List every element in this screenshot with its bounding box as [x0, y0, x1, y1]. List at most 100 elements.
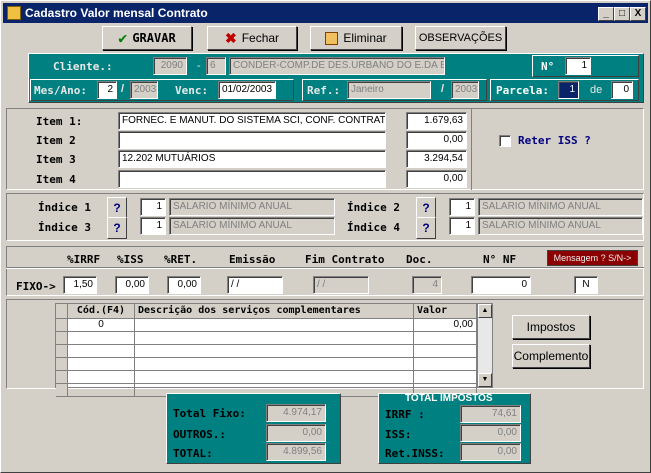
indice2-desc-field[interactable]: SALARIO MÍNIMO ANUAL — [478, 198, 643, 216]
item1-desc-field[interactable]: FORNEC. E MANUT. DO SISTEMA SCI, CONF. C… — [118, 112, 386, 130]
grid-cell-cod[interactable] — [68, 358, 135, 371]
numero-field[interactable]: 1 — [565, 57, 591, 75]
grid-cell-descricao[interactable] — [135, 371, 414, 384]
indice4-help-icon[interactable]: ? — [416, 217, 436, 239]
ref-ano-field[interactable]: 2003 — [451, 81, 479, 99]
total-fixo-label: Total Fixo: — [173, 407, 246, 420]
item4-valor-field[interactable]: 0,00 — [406, 170, 467, 188]
grid-cell-cod[interactable] — [68, 345, 135, 358]
irrf-total-field[interactable]: 74,61 — [460, 405, 521, 423]
total-fixo-field[interactable]: 4.974,17 — [266, 404, 326, 422]
grid-cell-descricao[interactable] — [135, 345, 414, 358]
grid-header-valor[interactable]: Valor — [414, 304, 477, 319]
grid-cell-descricao[interactable] — [135, 358, 414, 371]
gravar-button[interactable]: ✔ GRAVAR — [102, 26, 192, 50]
grid-cell-descricao[interactable] — [135, 319, 414, 332]
complemento-button[interactable]: Complemento — [512, 344, 590, 368]
cliente-sub-field[interactable]: 6 — [206, 57, 226, 75]
grid-row-indicator[interactable] — [56, 345, 68, 358]
indice3-desc-field[interactable]: SALARIO MÍNIMO ANUAL — [169, 217, 335, 235]
slash-2: / — [441, 83, 445, 95]
grid-scrollbar[interactable]: ▲ ▼ — [477, 304, 492, 387]
scroll-down-icon[interactable]: ▼ — [478, 373, 492, 387]
grid-row-indicator[interactable] — [56, 332, 68, 345]
grid-row-indicator[interactable] — [56, 371, 68, 384]
irrf-field[interactable]: 1,50 — [63, 276, 97, 294]
outros-field[interactable]: 0,00 — [266, 424, 326, 442]
grid-cell-cod[interactable] — [68, 384, 135, 397]
mensagem-field[interactable]: N — [574, 276, 598, 294]
ret-field[interactable]: 0,00 — [167, 276, 201, 294]
parcela-field[interactable]: 1 — [558, 81, 579, 99]
indice4-num-field[interactable]: 1 — [449, 217, 475, 235]
window-title: Cadastro Valor mensal Contrato — [25, 6, 208, 20]
grid-cell-cod[interactable]: 0 — [68, 319, 135, 332]
eliminar-icon — [325, 31, 339, 45]
eliminar-button[interactable]: Eliminar — [310, 26, 402, 50]
indice1-desc-field[interactable]: SALARIO MÍNIMO ANUAL — [169, 198, 335, 216]
total-field[interactable]: 4.899,56 — [266, 443, 326, 461]
scroll-up-icon[interactable]: ▲ — [478, 304, 492, 318]
nf-field[interactable]: 0 — [471, 276, 531, 294]
doc-field[interactable]: 4 — [412, 276, 442, 294]
venc-label: Venc: — [175, 84, 209, 97]
grid-cell-cod[interactable] — [68, 371, 135, 384]
minimize-button[interactable]: _ — [598, 7, 614, 21]
item4-desc-field[interactable] — [118, 170, 386, 188]
parcela-total-field[interactable]: 0 — [611, 81, 633, 99]
grid-row-indicator[interactable] — [56, 358, 68, 371]
cliente-code-field[interactable]: 2090 — [153, 57, 187, 75]
maximize-button[interactable]: □ — [614, 7, 630, 21]
item2-desc-field[interactable] — [118, 131, 386, 149]
ret-inss-label: Ret.INSS: — [385, 447, 445, 460]
mensagem-label: Mensagem ? S/N-> — [547, 250, 638, 266]
de-label: de — [590, 84, 603, 96]
item3-desc-field[interactable]: 12.202 MUTUÁRIOS — [118, 150, 386, 168]
ret-inss-field[interactable]: 0,00 — [460, 443, 521, 461]
indice2-help-icon[interactable]: ? — [416, 197, 436, 219]
grid-cell-valor[interactable] — [414, 358, 477, 371]
grid-cell-cod[interactable] — [68, 332, 135, 345]
iss-header: %ISS — [117, 253, 144, 266]
ref-mes-field[interactable]: Janeiro — [347, 81, 431, 99]
irrf-total-label: IRRF : — [385, 408, 425, 421]
grid-cell-descricao[interactable] — [135, 332, 414, 345]
indice4-desc-field[interactable]: SALARIO MÍNIMO ANUAL — [478, 217, 643, 235]
observacoes-button[interactable]: OBSERVAÇÕES — [415, 26, 506, 50]
fechar-button[interactable]: ✖ Fechar — [207, 26, 297, 50]
indice1-num-field[interactable]: 1 — [140, 198, 166, 216]
ano-field[interactable]: 2003 — [130, 81, 158, 99]
nf-header: N° NF — [483, 253, 517, 266]
grid-row-indicator[interactable] — [56, 319, 68, 332]
indice3-help-icon[interactable]: ? — [107, 217, 127, 239]
mes-field[interactable]: 2 — [97, 81, 117, 99]
item1-label: Item 1: — [36, 115, 83, 128]
grid-cell-valor[interactable] — [414, 345, 477, 358]
item1-valor-field[interactable]: 1.679,63 — [406, 112, 467, 130]
grid-cell-valor[interactable] — [414, 371, 477, 384]
grid-cell-valor[interactable] — [414, 332, 477, 345]
grid-cell-valor[interactable]: 0,00 — [414, 319, 477, 332]
indice2-num-field[interactable]: 1 — [449, 198, 475, 216]
fim-contrato-field[interactable]: / / — [313, 276, 369, 294]
iss-total-field[interactable]: 0,00 — [460, 424, 521, 442]
indice3-num-field[interactable]: 1 — [140, 217, 166, 235]
item3-valor-field[interactable]: 3.294,54 — [406, 150, 467, 168]
iss-field[interactable]: 0,00 — [115, 276, 149, 294]
grid-row-indicator[interactable] — [56, 384, 68, 397]
irrf-header: %IRRF — [67, 253, 101, 266]
grid-header-cod[interactable]: Cód.(F4) — [68, 304, 135, 319]
grid-corner — [56, 304, 68, 319]
close-button[interactable]: X — [630, 7, 646, 21]
venc-field[interactable]: 01/02/2003 — [218, 81, 276, 99]
servicos-grid[interactable]: Cód.(F4) Descrição dos serviços compleme… — [55, 303, 493, 397]
indice1-help-icon[interactable]: ? — [107, 197, 127, 219]
emissao-field[interactable]: / / — [227, 276, 283, 294]
cliente-name-field[interactable]: CONDER-COMP.DE DES.URBANO DO E.DA BA — [229, 57, 445, 75]
item2-label: Item 2 — [36, 134, 76, 147]
item2-valor-field[interactable]: 0,00 — [406, 131, 467, 149]
doc-header: Doc. — [406, 253, 433, 266]
reter-iss-checkbox[interactable] — [499, 135, 511, 147]
impostos-button[interactable]: Impostos — [512, 315, 590, 339]
grid-header-descricao[interactable]: Descrição dos serviços complementares — [135, 304, 414, 319]
